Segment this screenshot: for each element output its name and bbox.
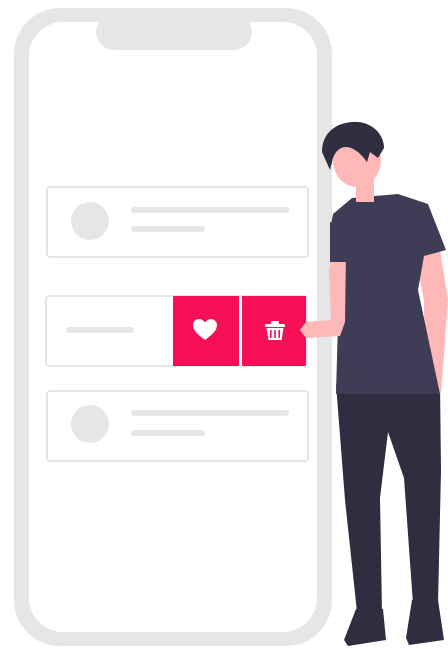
text-line-placeholder [131,207,289,213]
person-sleeve [330,222,347,262]
list-item[interactable] [46,186,309,258]
text-line-placeholder [131,226,205,232]
text-line-placeholder [131,410,289,416]
person-shoe [344,609,386,646]
swiped-list-item[interactable] [45,295,308,367]
phone-notch [96,14,252,50]
text-line-placeholder [131,430,205,436]
person-shoe [406,600,444,645]
list-item[interactable] [46,390,309,462]
illustration [14,8,448,646]
text-line-placeholder [66,327,134,333]
avatar-placeholder [71,202,109,240]
person-pants [336,384,441,612]
delete-button[interactable] [242,296,306,366]
avatar-placeholder [71,405,109,443]
favorite-button[interactable] [173,296,239,366]
